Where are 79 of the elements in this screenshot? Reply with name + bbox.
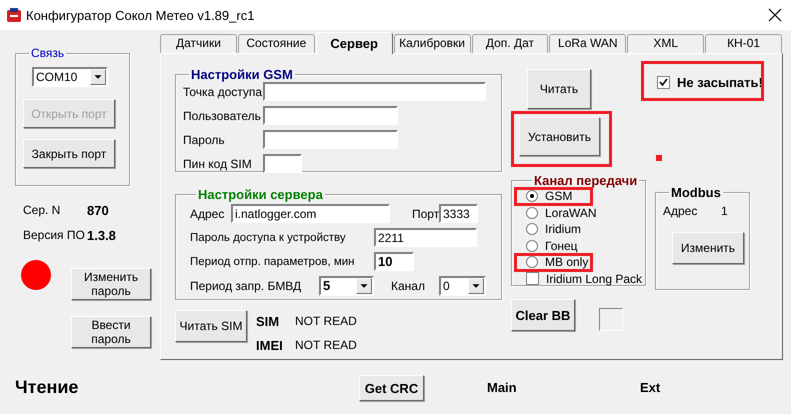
main-label: Main	[487, 380, 518, 394]
group-title: Связь	[30, 46, 66, 60]
tab[interactable]: Доп. Дат	[472, 34, 548, 53]
group-title: Канал передачи	[533, 173, 638, 188]
version-label: Версия ПО	[23, 228, 86, 242]
channel-dropdown[interactable]: 0	[439, 276, 486, 296]
caret-icon	[468, 278, 484, 294]
radio-button[interactable]	[526, 190, 538, 202]
option-label: Гонец	[545, 238, 578, 253]
group-title: Настройки GSM	[190, 67, 294, 82]
tab[interactable]: КН-01	[705, 34, 782, 53]
clear-button[interactable]: Clear BB	[511, 299, 575, 331]
set-button[interactable]: Установить	[519, 117, 600, 156]
field-label: Порт	[412, 206, 439, 220]
caret-icon	[90, 69, 106, 85]
radio-button[interactable]	[526, 206, 538, 219]
field-label: Период запр. БМВД	[190, 278, 302, 292]
password-button[interactable]: Ввести пароль	[71, 316, 151, 348]
tab[interactable]: XML	[627, 34, 704, 53]
get-crc-button[interactable]: Get CRC	[359, 375, 424, 401]
version-value: 1.3.8	[87, 228, 116, 242]
sim-value: NOT READ	[295, 314, 357, 329]
group-title: Настройки сервера	[197, 187, 324, 202]
address-value: 1	[721, 204, 728, 218]
field-label: Пин код SIM	[183, 156, 253, 170]
serial-label: Сер. N	[23, 203, 62, 217]
status-indicator-icon	[21, 260, 51, 290]
field-label: Период отпр. параметров, мин	[190, 256, 356, 268]
input-field[interactable]: 10	[374, 252, 414, 271]
caret-icon	[356, 278, 372, 294]
radio-button[interactable]	[526, 256, 538, 268]
password-button[interactable]: Изменить пароль	[71, 268, 151, 300]
input-field[interactable]: 2211	[374, 228, 477, 247]
input-field[interactable]	[263, 106, 398, 125]
checkbox[interactable]	[526, 272, 539, 286]
checkbox[interactable]	[657, 76, 670, 89]
checkbox-label: Не засыпать!	[677, 75, 763, 90]
field-label: Пользователь	[183, 108, 262, 122]
serial-value: 870	[87, 202, 109, 218]
group-title: Modbus	[670, 185, 722, 200]
radio-button[interactable]	[526, 240, 538, 252]
option-label: Iridium	[545, 222, 582, 236]
field-label: Пароль	[183, 132, 226, 146]
field-label: Адрес	[190, 206, 226, 220]
read-sim-button[interactable]: Читать SIM	[175, 310, 247, 342]
ext-label: Ext	[640, 380, 660, 394]
change-button[interactable]: Изменить	[672, 232, 744, 264]
field-label: Пароль доступа к устройству	[190, 232, 347, 244]
input-field[interactable]: i.natlogger.com	[231, 204, 390, 223]
period-dropdown[interactable]: 5	[319, 276, 374, 296]
input-field[interactable]	[263, 130, 398, 149]
input-field[interactable]: 3333	[439, 204, 478, 223]
sim-value: NOT READ	[295, 338, 357, 353]
field-label: Канал	[391, 278, 426, 292]
tab[interactable]: Состояние	[238, 34, 315, 53]
tab[interactable]: LoRa WAN	[549, 34, 626, 53]
status-text: Чтение	[15, 376, 80, 398]
sim-label: IMEI	[256, 338, 284, 353]
port-dropdown[interactable]: COM10	[32, 67, 108, 87]
window-title: Конфигуратор Сокол Метео v1.89_rc1	[26, 8, 254, 22]
app-icon	[6, 7, 22, 23]
read-button[interactable]: Читать	[527, 69, 591, 109]
field-label: Точка доступа	[183, 84, 263, 98]
radio-button[interactable]	[526, 223, 538, 236]
tab[interactable]: Датчики	[160, 34, 237, 53]
input-field[interactable]	[263, 82, 486, 101]
address-label: Адрес	[663, 204, 698, 218]
tab[interactable]: Калибровки	[394, 34, 470, 53]
status-square-icon	[656, 155, 662, 161]
tab[interactable]: Сервер	[316, 32, 393, 54]
sim-label: SIM	[256, 314, 280, 329]
port-button[interactable]: Закрыть порт	[23, 139, 115, 168]
option-label: MB only	[545, 255, 588, 270]
empty-box	[599, 308, 623, 331]
option-label: GSM	[545, 189, 572, 204]
option-label: LoraWAN	[545, 206, 597, 220]
option-label: Iridium Long Pack	[546, 272, 642, 286]
close-icon[interactable]	[768, 8, 782, 22]
input-field[interactable]	[263, 154, 302, 173]
